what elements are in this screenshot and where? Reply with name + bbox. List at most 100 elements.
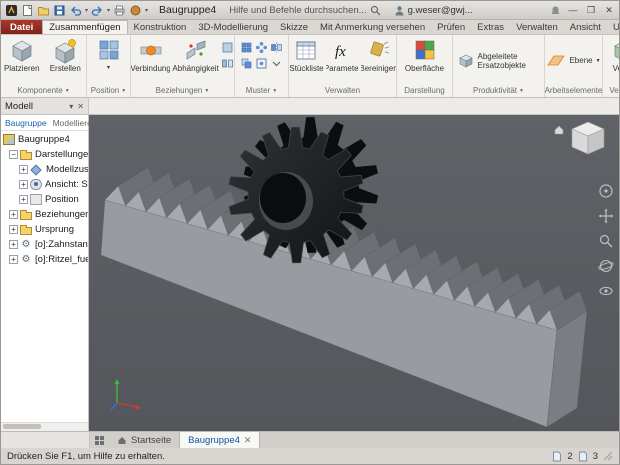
group-caret-icon[interactable]: ▼ bbox=[65, 88, 70, 94]
group-label[interactable]: Vereinfa bbox=[609, 86, 619, 95]
pattern-mirror-icon[interactable] bbox=[270, 41, 283, 54]
tab-konstruktion[interactable]: Konstruktion bbox=[128, 20, 193, 34]
browser-horizontal-scrollbar[interactable] bbox=[1, 422, 88, 431]
mirror-components-icon[interactable] bbox=[221, 57, 234, 70]
look-at-icon[interactable] bbox=[598, 283, 614, 299]
tab-verwalten[interactable]: Verwalten bbox=[510, 20, 564, 34]
zoom-icon[interactable] bbox=[598, 233, 614, 249]
tree-item-baugruppe4[interactable]: Baugruppe4 bbox=[1, 132, 88, 147]
browser-panel-header[interactable]: Modell ▾ ✕ bbox=[1, 98, 89, 114]
search-icon[interactable] bbox=[370, 5, 381, 16]
inventor-logo-icon[interactable] bbox=[5, 4, 18, 17]
group-label[interactable]: Muster bbox=[246, 86, 270, 95]
scrollbar-thumb[interactable] bbox=[3, 424, 41, 429]
material-icon[interactable] bbox=[129, 4, 142, 17]
pattern-copy-icon[interactable] bbox=[240, 57, 253, 70]
resize-grip[interactable] bbox=[603, 451, 613, 461]
tab-ansicht[interactable]: Ansicht bbox=[564, 20, 607, 34]
bereinigen-button[interactable]: Bereinigen bbox=[361, 37, 396, 73]
expand-icon[interactable]: + bbox=[19, 195, 28, 204]
group-label[interactable]: Produktivität bbox=[473, 86, 517, 95]
tab-umgebungen[interactable]: Umgebungen bbox=[607, 20, 620, 34]
expand-icon[interactable]: + bbox=[19, 180, 28, 189]
3d-viewport[interactable] bbox=[89, 115, 619, 431]
pattern-circular-icon[interactable] bbox=[255, 41, 268, 54]
tab-skizze[interactable]: Skizze bbox=[274, 20, 314, 34]
tab-mit-anmerkung-versehen[interactable]: Mit Anmerkung versehen bbox=[314, 20, 431, 34]
undo-caret-icon[interactable]: ▾ bbox=[85, 7, 88, 14]
doc-tab-startseite[interactable]: Startseite bbox=[109, 432, 179, 448]
group-caret-icon[interactable]: ▼ bbox=[272, 88, 277, 94]
viewcube-cube-icon[interactable] bbox=[567, 120, 609, 158]
group-label[interactable]: Verwalten bbox=[325, 86, 360, 95]
group-label[interactable]: Darstellung bbox=[404, 86, 444, 95]
tab-zusammenfuegen[interactable]: Zusammenfügen bbox=[42, 20, 127, 34]
expand-icon[interactable]: + bbox=[9, 240, 18, 249]
tree-item-modellzustand[interactable]: + Modellzustand: [Pr bbox=[1, 162, 88, 177]
open-folder-icon[interactable] bbox=[37, 4, 50, 17]
tree-item-darstellungen[interactable]: − Darstellungen bbox=[1, 147, 88, 162]
browser-tab-baugruppe[interactable]: Baugruppe bbox=[5, 118, 47, 128]
group-label[interactable]: Komponente bbox=[17, 86, 62, 95]
undo-icon[interactable] bbox=[69, 4, 82, 17]
group-caret-icon[interactable]: ▼ bbox=[204, 88, 209, 94]
steering-wheel-icon[interactable] bbox=[598, 183, 614, 199]
tree-item-ritzel[interactable]: + [o]:Ritzel_fuer_Zahnst bbox=[1, 252, 88, 267]
tab-datei[interactable]: Datei bbox=[1, 20, 42, 34]
stueckliste-button[interactable]: Stückliste bbox=[289, 37, 324, 73]
expand-icon[interactable]: + bbox=[19, 165, 28, 174]
panel-menu-caret-icon[interactable]: ▾ bbox=[69, 102, 73, 111]
group-label[interactable]: Position bbox=[91, 86, 119, 95]
pattern-more-icon[interactable] bbox=[270, 57, 283, 70]
erstellen-button[interactable]: Erstellen bbox=[45, 37, 87, 73]
tab-3d-modellierung[interactable]: 3D-Modellierung bbox=[192, 20, 274, 34]
panel-close-icon[interactable]: ✕ bbox=[77, 102, 84, 111]
window-list-icon[interactable] bbox=[94, 435, 105, 446]
platzieren-button[interactable]: Platzieren bbox=[1, 37, 43, 73]
user-account[interactable]: g.weser@gwj... bbox=[394, 5, 473, 16]
vereinfachen-button[interactable]: Verein bbox=[603, 37, 619, 73]
ebene-button[interactable]: Ebene ▼ bbox=[546, 53, 600, 69]
oberflaeche-button[interactable]: Oberfläche bbox=[404, 37, 446, 73]
tree-item-beziehungen[interactable]: + Beziehungen bbox=[1, 207, 88, 222]
expand-icon[interactable]: + bbox=[9, 210, 18, 219]
command-search[interactable]: Hilfe und Befehle durchsuchen... bbox=[229, 5, 380, 16]
group-label[interactable]: Arbeitselemente bbox=[545, 86, 602, 95]
tree-item-zahnstange[interactable]: + [o]:Zahnstange_2602 bbox=[1, 237, 88, 252]
tree-item-position[interactable]: + Position bbox=[1, 192, 88, 207]
derived-substitute-button[interactable]: Abgeleitete Ersatzobjekte bbox=[478, 52, 540, 70]
assembly-feature-icon[interactable] bbox=[221, 41, 234, 54]
redo-caret-icon[interactable]: ▾ bbox=[107, 7, 110, 14]
derived-substitute-icon[interactable] bbox=[458, 53, 474, 69]
home-icon[interactable] bbox=[553, 124, 565, 136]
3d-scene[interactable] bbox=[89, 115, 619, 431]
group-caret-icon[interactable]: ▼ bbox=[121, 88, 126, 94]
pan-icon[interactable] bbox=[598, 208, 614, 224]
tree-item-ansicht[interactable]: + Ansicht: Standard bbox=[1, 177, 88, 192]
print-icon[interactable] bbox=[113, 4, 126, 17]
abhaengigkeit-button[interactable]: Abhängigkeit bbox=[172, 37, 219, 73]
collapse-icon[interactable]: − bbox=[9, 150, 18, 159]
tab-pruefen[interactable]: Prüfen bbox=[431, 20, 471, 34]
expand-icon[interactable]: + bbox=[9, 255, 18, 264]
expand-icon[interactable]: + bbox=[9, 225, 18, 234]
position-button[interactable]: ▾ bbox=[88, 37, 130, 73]
tab-extras[interactable]: Extras bbox=[471, 20, 510, 34]
group-label[interactable]: Beziehungen bbox=[156, 86, 203, 95]
redo-icon[interactable] bbox=[91, 4, 104, 17]
doc-tab-baugruppe4[interactable]: Baugruppe4 ✕ bbox=[179, 432, 260, 448]
verbindung-button[interactable]: Verbindung bbox=[131, 37, 170, 73]
maximize-icon[interactable]: ❐ bbox=[585, 5, 597, 16]
group-caret-icon[interactable]: ▼ bbox=[519, 88, 524, 94]
minimize-icon[interactable]: — bbox=[567, 5, 579, 15]
new-file-icon[interactable] bbox=[21, 4, 34, 17]
save-icon[interactable] bbox=[53, 4, 66, 17]
notification-bell-icon[interactable] bbox=[550, 5, 561, 16]
qat-customize-caret-icon[interactable]: ▾ bbox=[145, 7, 148, 14]
tree-item-ursprung[interactable]: + Ursprung bbox=[1, 222, 88, 237]
pattern-rectangular-icon[interactable] bbox=[240, 41, 253, 54]
orbit-icon[interactable] bbox=[598, 258, 614, 274]
viewcube[interactable] bbox=[553, 120, 609, 158]
close-icon[interactable]: ✕ bbox=[603, 5, 615, 16]
parameter-button[interactable]: fx Parameter bbox=[326, 37, 359, 73]
